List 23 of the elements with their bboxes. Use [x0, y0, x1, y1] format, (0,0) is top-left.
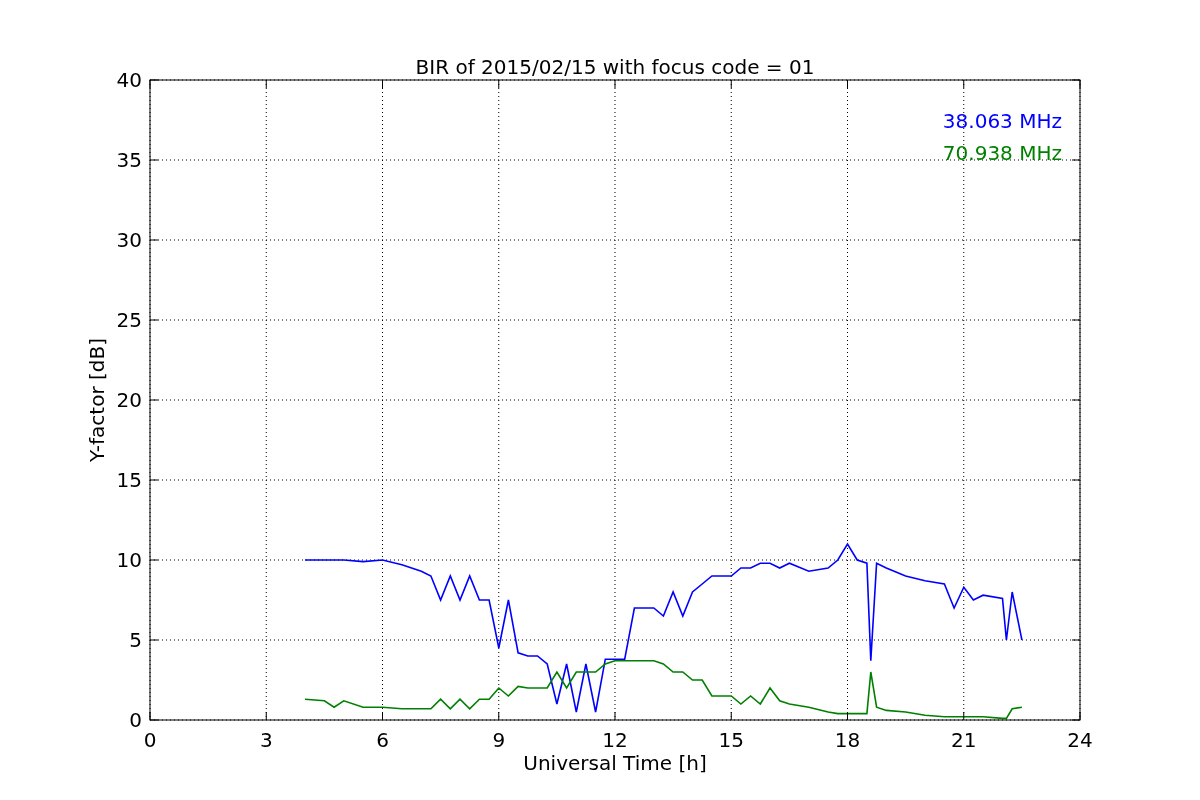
tick-label: 0 [129, 708, 142, 732]
axis-label: Universal Time [h] [523, 751, 707, 775]
legend-label: 38.063 MHz [942, 109, 1062, 133]
tick-label: 25 [116, 308, 142, 332]
tick-label: 21 [951, 728, 977, 752]
tick-label: 35 [116, 148, 142, 172]
tick-label: 18 [834, 728, 861, 752]
tick-label: 6 [376, 728, 389, 752]
tick-label: 10 [116, 548, 142, 572]
tick-label: 20 [116, 388, 142, 412]
tick-label: 30 [116, 228, 142, 252]
tick-label: 15 [718, 728, 744, 752]
tick-label: 9 [492, 728, 506, 752]
tick-label: 12 [602, 728, 628, 752]
axis-label: Y-factor [dB] [85, 338, 109, 462]
tick-label: 5 [129, 628, 142, 652]
tick-label: 3 [259, 728, 273, 752]
chart-title: BIR of 2015/02/15 with focus code = 01 [415, 55, 815, 79]
tick-label: 0 [143, 728, 157, 752]
tick-label: 40 [116, 68, 142, 92]
tick-label: 24 [1067, 728, 1093, 752]
legend-label: 70.938 MHz [942, 141, 1062, 165]
tick-label: 15 [116, 468, 142, 492]
